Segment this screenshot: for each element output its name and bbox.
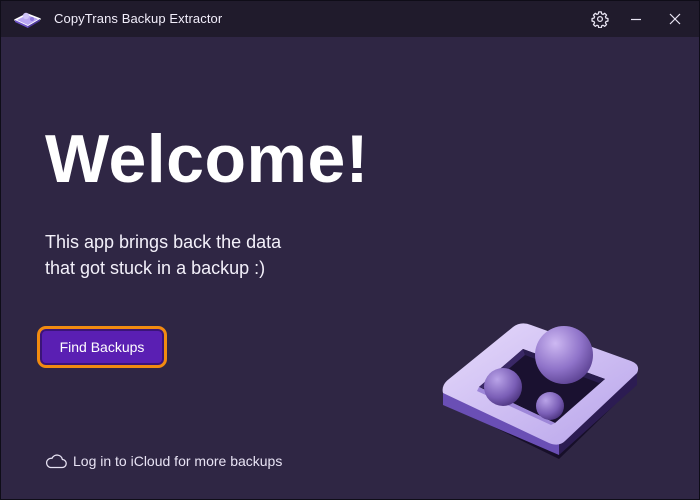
subtitle-line-2: that got stuck in a backup :) xyxy=(45,258,266,278)
main-content: Welcome! This app brings back the data t… xyxy=(1,37,699,499)
backup-box-illustration xyxy=(442,323,639,459)
close-icon xyxy=(669,13,681,25)
copytrans-logo-icon xyxy=(14,12,41,28)
close-button[interactable] xyxy=(661,5,689,33)
cloud-icon xyxy=(45,454,67,469)
icloud-login-link[interactable]: Log in to iCloud for more backups xyxy=(45,453,282,469)
find-backups-button[interactable]: Find Backups xyxy=(37,326,167,368)
minimize-button[interactable] xyxy=(622,5,650,33)
window-title: CopyTrans Backup Extractor xyxy=(54,11,223,26)
subtitle-line-1: This app brings back the data xyxy=(45,232,282,252)
settings-button[interactable] xyxy=(586,5,614,33)
minimize-icon xyxy=(631,18,641,21)
title-bar[interactable]: CopyTrans Backup Extractor xyxy=(1,1,699,37)
app-window: CopyTrans Backup Extractor Welcome! This… xyxy=(0,0,700,500)
welcome-heading: Welcome! xyxy=(45,121,369,197)
welcome-subtitle: This app brings back the data that got s… xyxy=(45,229,365,281)
gear-icon xyxy=(591,11,609,28)
icloud-login-label: Log in to iCloud for more backups xyxy=(73,453,283,469)
